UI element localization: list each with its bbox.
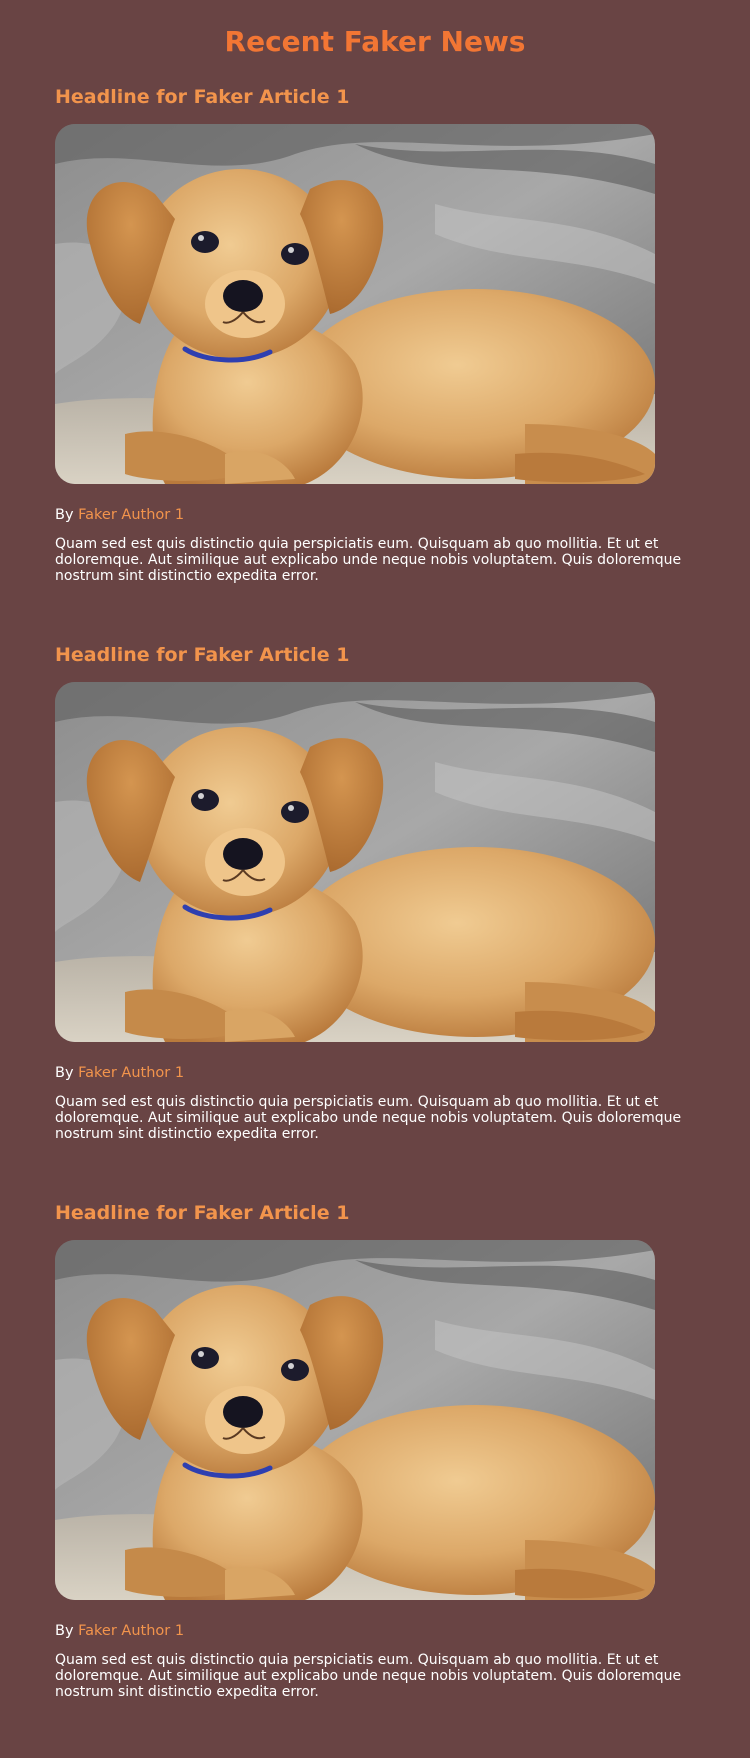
article-summary: Quam sed est quis distinctio quia perspi… bbox=[55, 1652, 682, 1700]
article-image[interactable] bbox=[55, 124, 655, 484]
article-byline: By Faker Author 1 bbox=[55, 504, 705, 526]
author-link[interactable]: Faker Author 1 bbox=[78, 507, 184, 523]
article-headline[interactable]: Headline for Faker Article 1 bbox=[55, 82, 705, 112]
puppy-photo bbox=[55, 682, 655, 1042]
article-card: Headline for Faker Article 1 By Faker Au… bbox=[55, 82, 705, 584]
news-page: Recent Faker News Headline for Faker Art… bbox=[0, 0, 750, 1758]
article-summary: Quam sed est quis distinctio quia perspi… bbox=[55, 536, 682, 584]
article-image[interactable] bbox=[55, 682, 655, 1042]
article-headline[interactable]: Headline for Faker Article 1 bbox=[55, 640, 705, 670]
article-card: Headline for Faker Article 1 By Faker Au… bbox=[55, 640, 705, 1142]
by-label: By bbox=[55, 1065, 79, 1081]
article-summary: Quam sed est quis distinctio quia perspi… bbox=[55, 1094, 682, 1142]
puppy-photo bbox=[55, 124, 655, 484]
article-image[interactable] bbox=[55, 1240, 655, 1600]
by-label: By bbox=[55, 1623, 79, 1639]
puppy-photo bbox=[55, 1240, 655, 1600]
article-byline: By Faker Author 1 bbox=[55, 1062, 705, 1084]
article-byline: By Faker Author 1 bbox=[55, 1620, 705, 1642]
by-label: By bbox=[55, 507, 79, 523]
author-link[interactable]: Faker Author 1 bbox=[78, 1065, 184, 1081]
article-headline[interactable]: Headline for Faker Article 1 bbox=[55, 1198, 705, 1228]
page-title: Recent Faker News bbox=[224, 25, 526, 58]
article-card: Headline for Faker Article 1 By Faker Au… bbox=[55, 1198, 705, 1700]
author-link[interactable]: Faker Author 1 bbox=[78, 1623, 184, 1639]
